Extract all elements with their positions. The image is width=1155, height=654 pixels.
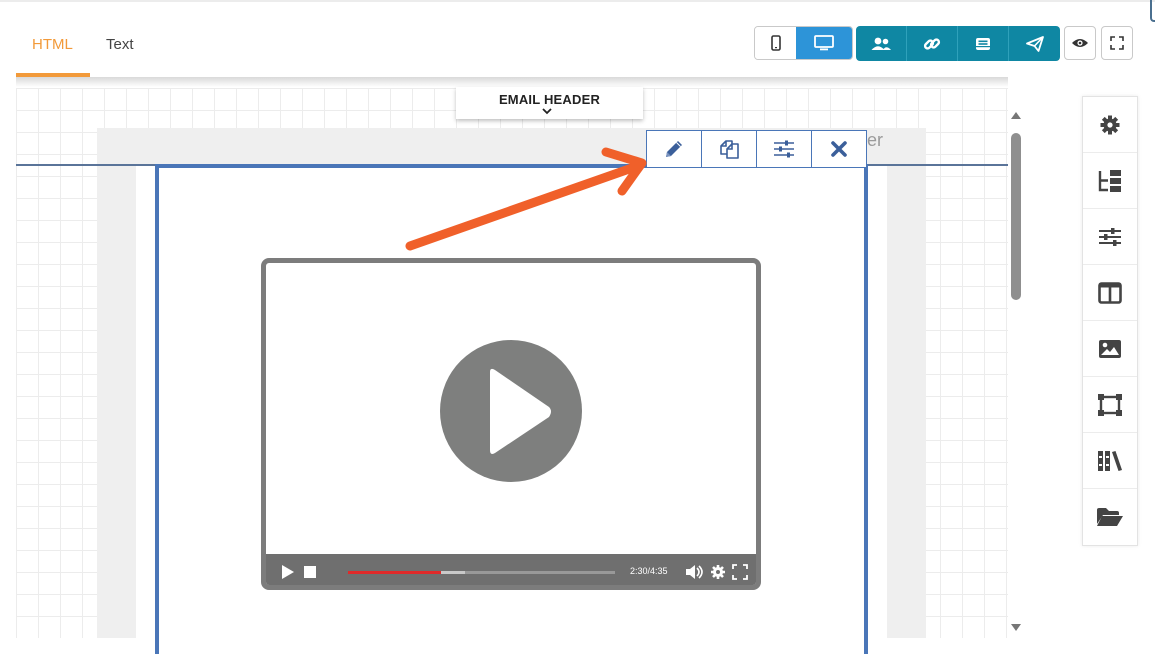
edit-block-button[interactable] [647,131,702,167]
volume-icon[interactable] [685,564,705,580]
block-settings-button[interactable] [757,131,812,167]
window-edge-marker [1150,0,1155,22]
control-play-icon[interactable] [281,564,295,580]
email-editor: HTML Text ser EMAIL HEADER 2:30/4:35 [0,0,1155,654]
chevron-down-icon [542,108,552,115]
resize-panel-button[interactable] [1083,377,1137,433]
link-icon [923,37,941,50]
video-controls: 2:30/4:35 [266,554,756,585]
video-fullscreen-icon[interactable] [732,564,748,580]
sliders-icon [774,140,794,158]
scroll-up-arrow-icon[interactable] [1010,110,1022,120]
files-panel-button[interactable] [1083,489,1137,545]
block-toolbar [646,130,867,168]
pencil-icon [666,141,682,157]
remove-block-button[interactable] [812,131,866,167]
library-icon [1098,450,1122,471]
preview-button[interactable] [1064,26,1096,60]
canvas-scrollbar[interactable] [1008,108,1024,638]
video-time: 2:30/4:35 [630,566,668,576]
users-icon [871,37,891,50]
style-panel-button[interactable] [1083,209,1137,265]
desktop-view-button[interactable] [796,27,852,59]
big-play-button[interactable] [440,340,582,482]
images-panel-button[interactable] [1083,321,1137,377]
sliders-icon [1099,227,1121,246]
library-panel-button[interactable] [1083,433,1137,489]
contacts-button[interactable] [856,26,907,61]
email-header-tag[interactable]: EMAIL HEADER [456,87,643,119]
scroll-thumb[interactable] [1011,133,1021,300]
desktop-icon [814,35,834,51]
send-button[interactable] [1009,26,1060,61]
close-icon [831,141,847,157]
eye-icon [1072,39,1088,47]
layers-icon [1098,169,1121,192]
progress-played [348,571,441,574]
fullscreen-icon [1110,36,1124,50]
top-bar: HTML Text [0,0,1155,88]
scroll-down-arrow-icon[interactable] [1010,623,1022,633]
columns-panel-button[interactable] [1083,265,1137,321]
mobile-icon [770,35,781,51]
mobile-view-button[interactable] [755,27,797,59]
inbox-button[interactable] [958,26,1009,61]
link-button[interactable] [907,26,958,61]
video-placeholder[interactable]: 2:30/4:35 [261,258,761,590]
inbox-icon [976,37,990,50]
settings-panel-button[interactable] [1083,97,1137,153]
right-tool-panel [1082,96,1138,546]
duplicate-block-button[interactable] [702,131,757,167]
send-icon [1025,35,1044,52]
copy-icon [720,140,739,159]
action-button-group [856,26,1060,61]
image-icon [1099,339,1121,358]
tab-text[interactable]: Text [106,36,134,53]
topbar-shadow [16,77,1008,87]
top-border [0,0,1155,2]
stop-icon[interactable] [303,565,317,579]
fullscreen-button[interactable] [1101,26,1133,60]
device-toggle-group [754,26,853,60]
settings-icon[interactable] [710,564,726,580]
gear-icon [1100,115,1120,134]
email-header-label: EMAIL HEADER [498,92,601,107]
folder-icon [1097,508,1123,526]
layers-panel-button[interactable] [1083,153,1137,209]
resize-icon [1098,393,1122,416]
columns-icon [1098,281,1122,304]
play-icon [490,368,551,454]
tab-html[interactable]: HTML [32,36,73,53]
